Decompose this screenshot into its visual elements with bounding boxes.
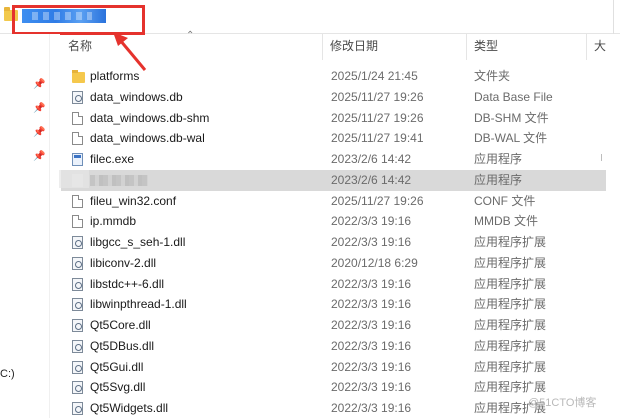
settings-file-icon (72, 236, 83, 249)
file-name: data_windows.db-shm (90, 110, 210, 125)
file-type: 应用程序扩展 (474, 318, 547, 332)
file-date: 2025/11/27 19:26 (331, 193, 424, 208)
file-date: 2022/3/3 19:16 (331, 214, 412, 229)
file-row[interactable]: fileu_win32.conf 2025/11/27 19:26 CONF 文件 (61, 191, 606, 212)
file-type: 文件夹 (474, 69, 511, 83)
file-name (90, 170, 148, 191)
file-date: 2022/3/3 19:16 (331, 401, 412, 415)
file-date: 2025/11/27 19:26 (331, 89, 424, 104)
settings-file-icon (72, 298, 83, 312)
file-row[interactable]: Qt5Svg.dll 2022/3/3 19:16 应用程序扩展 (61, 377, 606, 398)
file-icon (72, 132, 83, 146)
file-icon (72, 194, 83, 208)
file-name: libwinpthread-1.dll (90, 297, 187, 312)
file-row[interactable]: libiconv-2.dll 2020/12/18 6:29 应用程序扩展 (61, 253, 606, 274)
file-date: 2022/3/3 19:16 (331, 380, 412, 395)
file-row[interactable]: libstdc++-6.dll 2022/3/3 19:16 应用程序扩展 (61, 274, 606, 295)
file-name: fileu_win32.conf (90, 193, 177, 208)
file-type: DB-SHM 文件 (474, 110, 549, 125)
file-name: data_windows.db-wal (90, 131, 205, 146)
file-icon (72, 215, 83, 229)
file-date: 2025/11/27 19:41 (331, 131, 424, 146)
file-row[interactable]: data_windows.db-wal 2025/11/27 19:41 DB-WA… (61, 128, 606, 149)
file-type: 应用程序 (474, 152, 523, 166)
file-name: libstdc++-6.dll (90, 276, 165, 291)
file-type: 应用程序扩展 (474, 276, 547, 291)
file-row[interactable]: ip.mmdb 2022/3/3 19:16 MMDB 文件 (61, 211, 606, 232)
file-type: 应用程序扩展 (474, 235, 547, 249)
file-name: Qt5Core.dll (90, 318, 151, 332)
file-name: Qt5DBus.dll (90, 338, 155, 353)
file-date: 2022/3/3 19:16 (331, 276, 412, 291)
file-date: 2025/11/27 19:26 (331, 110, 424, 125)
redacted-area (59, 170, 89, 188)
file-type: 应用程序扩展 (474, 297, 547, 312)
watermark: @51CTO博客 (528, 397, 597, 409)
file-date: 2022/3/3 19:16 (331, 297, 412, 312)
settings-file-icon (72, 339, 83, 353)
file-type: DB-WAL 文件 (474, 131, 548, 146)
file-row[interactable]: Qt5Gui.dll 2022/3/3 19:16 应用程序扩展 (61, 357, 606, 378)
file-date: 2022/3/3 19:16 (331, 338, 412, 353)
file-name: data_windows.db (90, 89, 183, 104)
file-row[interactable]: libgcc_s_seh-1.dll 2022/3/3 19:16 应用程序扩展 (61, 232, 606, 253)
file-type: 应用程序扩展 (474, 338, 547, 353)
settings-file-icon (72, 360, 83, 374)
file-name: libiconv-2.dll (90, 255, 157, 270)
file-row[interactable]: libwinpthread-1.dll 2022/3/3 19:16 应用程序扩展 (61, 294, 606, 315)
file-row[interactable]: Qt5DBus.dll 2022/3/3 19:16 应用程序扩展 (61, 336, 606, 357)
file-name: Qt5Widgets.dll (90, 401, 169, 415)
file-type: 应用程序 (474, 172, 523, 187)
file-date: 2022/3/3 19:16 (331, 359, 412, 374)
file-date: 2020/12/18 6:29 (331, 255, 418, 270)
file-row[interactable]: filec.exe 2023/2/6 14:42 应用程序 (61, 149, 606, 170)
file-name: libgcc_s_seh-1.dll (90, 235, 186, 249)
settings-file-icon (72, 381, 83, 395)
file-type: 应用程序扩展 (474, 359, 547, 374)
file-type: 应用程序扩展 (474, 255, 547, 270)
file-row[interactable]: data_windows.db-shm 2025/11/27 19:26 DB-SH… (61, 108, 606, 129)
settings-file-icon (72, 90, 83, 104)
file-name: platforms (90, 69, 140, 83)
exe-icon (72, 153, 83, 166)
settings-file-icon (72, 256, 83, 270)
file-date: 2025/1/24 21:45 (331, 69, 418, 83)
file-name: filec.exe (90, 152, 135, 166)
file-date: 2022/3/3 19:16 (331, 318, 412, 332)
file-row[interactable]: platforms 2025/1/24 21:45 文件夹 (61, 66, 606, 87)
file-type: CONF 文件 (474, 193, 536, 208)
file-row[interactable]: Qt5Core.dll 2022/3/3 19:16 应用程序扩展 (61, 315, 606, 336)
file-name: Qt5Svg.dll (90, 380, 146, 395)
settings-file-icon (72, 402, 83, 415)
file-row[interactable]: 2023/2/6 14:42 应用程序 (61, 169, 606, 191)
file-icon (72, 111, 83, 125)
file-type: Data Base File (474, 89, 553, 104)
settings-file-icon (72, 319, 83, 332)
file-name: ip.mmdb (90, 214, 137, 229)
file-row[interactable]: Qt5Widgets.dll 2022/3/3 19:16 应用程序扩展 (61, 398, 606, 418)
file-date: 2022/3/3 19:16 (331, 235, 412, 249)
file-date: 2023/2/6 14:42 (331, 172, 412, 187)
redacted-file-name (90, 175, 148, 187)
file-date: 2023/2/6 14:42 (331, 152, 412, 166)
file-name: Qt5Gui.dll (90, 359, 144, 374)
folder-icon (72, 70, 85, 83)
file-row[interactable]: data_windows.db 2025/11/27 19:26 Data Base… (61, 87, 606, 108)
scrollbar[interactable] (601, 154, 602, 161)
settings-file-icon (72, 277, 83, 291)
file-type: MMDB 文件 (474, 214, 538, 229)
